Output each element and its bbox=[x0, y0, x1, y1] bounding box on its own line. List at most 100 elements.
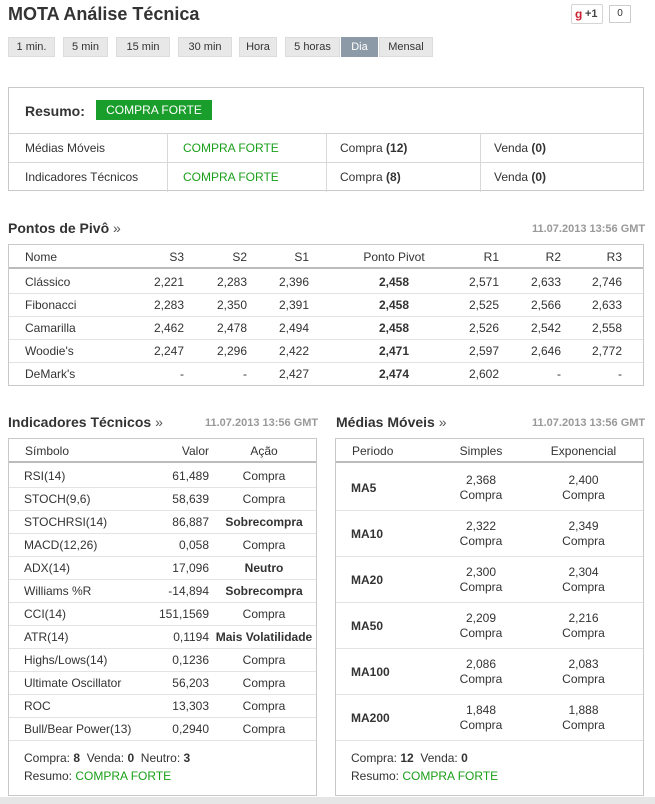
table-cell: 2,350 bbox=[216, 298, 247, 312]
column-header: Exponencial bbox=[550, 444, 617, 458]
table-cell: 2,422 bbox=[278, 344, 309, 358]
ma-period: MA5 bbox=[351, 481, 377, 495]
indicator-name: STOCH(9,6) bbox=[24, 492, 91, 506]
timeframe-day[interactable]: Dia bbox=[341, 37, 378, 57]
ma-period: MA50 bbox=[351, 619, 384, 633]
row-label: Woodie's bbox=[25, 344, 74, 358]
table-cell: 2,462 bbox=[153, 321, 184, 335]
column-header: Simples bbox=[459, 444, 503, 458]
timeframe-5hours[interactable]: 5 horas bbox=[285, 37, 340, 57]
summary-row-technical-indicators: Indicadores Técnicos COMPRA FORTE Compra… bbox=[9, 163, 643, 192]
table-cell: 2,571 bbox=[468, 275, 499, 289]
sell-label: Venda bbox=[494, 170, 529, 184]
ma-exponential-action: Compra bbox=[562, 580, 605, 594]
ma-exponential-action: Compra bbox=[562, 488, 605, 502]
google-plus-icon: g bbox=[575, 7, 583, 21]
indicator-value: 0,2940 bbox=[172, 722, 209, 736]
table-row: ROC 13,303 Compra bbox=[9, 695, 316, 718]
table-cell: - bbox=[180, 367, 184, 381]
ma-exponential-value: 2,400 bbox=[568, 473, 599, 487]
table-row: ATR(14) 0,1194 Mais Volatilidade bbox=[9, 626, 316, 649]
column-header: Nome bbox=[25, 250, 58, 264]
sell-label: Venda bbox=[494, 141, 529, 155]
moving-averages-table: Periodo Simples Exponencial MA5 2,368 Comp… bbox=[335, 438, 644, 796]
indicators-table-header: Símbolo Valor Ação bbox=[9, 439, 316, 463]
column-header: Periodo bbox=[352, 444, 394, 458]
column-header: Símbolo bbox=[25, 444, 70, 458]
table-row: ADX(14) 17,096 Neutro bbox=[9, 557, 316, 580]
table-cell: 2,283 bbox=[153, 298, 184, 312]
ma-simple-value: 1,848 bbox=[465, 703, 497, 717]
moving-averages-section-link[interactable]: Médias Móveis » bbox=[336, 414, 447, 430]
timeframe-hour[interactable]: Hora bbox=[239, 37, 277, 57]
indicator-action: Compra bbox=[242, 653, 286, 667]
summary-value: COMPRA FORTE bbox=[75, 769, 172, 783]
summary-row-name: Indicadores Técnicos bbox=[25, 170, 139, 184]
indicator-value: 13,303 bbox=[172, 699, 209, 713]
moving-averages-counts: Compra: 12 Venda: 0 bbox=[351, 751, 468, 765]
google-plus-button[interactable]: g +1 bbox=[571, 4, 603, 24]
row-label: Clássico bbox=[25, 275, 71, 289]
indicators-table: Símbolo Valor Ação RSI(14) 61,489 Compra ST… bbox=[8, 438, 317, 796]
table-cell: 2,478 bbox=[216, 321, 247, 335]
table-cell: 2,474 bbox=[378, 367, 410, 381]
indicators-section-link[interactable]: Indicadores Técnicos » bbox=[8, 414, 163, 430]
indicator-action: Compra bbox=[242, 492, 286, 506]
indicators-summary: Resumo: COMPRA FORTE bbox=[24, 769, 171, 783]
table-cell: 2,542 bbox=[530, 321, 561, 335]
ma-simple-action: Compra bbox=[459, 626, 503, 640]
chevron-right-icon: » bbox=[113, 220, 121, 236]
indicator-action: Sobrecompra bbox=[225, 584, 303, 598]
table-cell: 2,396 bbox=[278, 275, 309, 289]
indicator-action: Compra bbox=[242, 607, 286, 621]
ma-simple-action: Compra bbox=[459, 718, 503, 732]
timeframe-monthly[interactable]: Mensal bbox=[379, 37, 433, 57]
buy-count: 12 bbox=[400, 751, 414, 765]
ma-simple-value: 2,209 bbox=[465, 611, 497, 625]
indicator-name: Williams %R bbox=[24, 584, 92, 598]
table-row: Fibonacci 2,283 2,350 2,391 2,458 2,525 2,566 2… bbox=[9, 294, 643, 317]
indicators-counts: Compra: 8 Venda: 0 Neutro: 3 bbox=[24, 751, 190, 765]
table-cell: - bbox=[618, 367, 622, 381]
indicators-timestamp: 11.07.2013 13:56 GMT bbox=[205, 417, 319, 429]
table-cell: 2,283 bbox=[216, 275, 247, 289]
neutral-label: Neutro: bbox=[140, 751, 181, 765]
timeframe-1min[interactable]: 1 min. bbox=[8, 37, 55, 57]
table-row: Clássico 2,221 2,283 2,396 2,458 2,571 2,633 2,… bbox=[9, 271, 643, 294]
ma-simple-value: 2,086 bbox=[465, 657, 497, 671]
table-cell: 2,772 bbox=[591, 344, 622, 358]
ma-exponential-action: Compra bbox=[562, 672, 605, 686]
ma-period: MA20 bbox=[351, 573, 384, 587]
ma-simple-value: 2,322 bbox=[465, 519, 497, 533]
indicator-name: ROC bbox=[24, 699, 51, 713]
indicator-name: CCI(14) bbox=[24, 607, 67, 621]
ma-simple-action: Compra bbox=[459, 672, 503, 686]
column-header: Valor bbox=[181, 444, 209, 458]
indicator-action: Compra bbox=[242, 699, 286, 713]
table-cell: 2,427 bbox=[278, 367, 309, 381]
buy-count: 8 bbox=[73, 751, 81, 765]
summary-row-buy: Compra (8) bbox=[340, 163, 401, 192]
column-header: Ponto Pivot bbox=[363, 250, 425, 264]
ma-period: MA10 bbox=[351, 527, 384, 541]
indicator-action: Compra bbox=[242, 722, 286, 736]
timeframe-15min[interactable]: 15 min bbox=[116, 37, 170, 57]
summary-row-moving-averages: Médias Móveis COMPRA FORTE Compra (12) V… bbox=[9, 134, 643, 163]
table-cell: - bbox=[243, 367, 247, 381]
page-bottom-bar bbox=[0, 797, 655, 804]
pivot-section-link[interactable]: Pontos de Pivô » bbox=[8, 220, 121, 236]
column-divider bbox=[480, 163, 481, 192]
sell-label: Venda: bbox=[420, 751, 458, 765]
sell-count: 0 bbox=[461, 751, 468, 765]
timeframe-5min[interactable]: 5 min bbox=[63, 37, 108, 57]
timeframe-30min[interactable]: 30 min bbox=[178, 37, 232, 57]
buy-label: Compra: bbox=[24, 751, 71, 765]
buy-count: (12) bbox=[386, 141, 408, 155]
indicator-value: 61,489 bbox=[172, 469, 209, 483]
ma-exponential-value: 2,083 bbox=[568, 657, 599, 671]
sell-count: 0 bbox=[127, 751, 135, 765]
table-row: Woodie's 2,247 2,296 2,422 2,471 2,597 2,646 2,… bbox=[9, 340, 643, 363]
table-row: RSI(14) 61,489 Compra bbox=[9, 465, 316, 488]
buy-label: Compra bbox=[340, 170, 383, 184]
table-cell: 2,525 bbox=[468, 298, 499, 312]
